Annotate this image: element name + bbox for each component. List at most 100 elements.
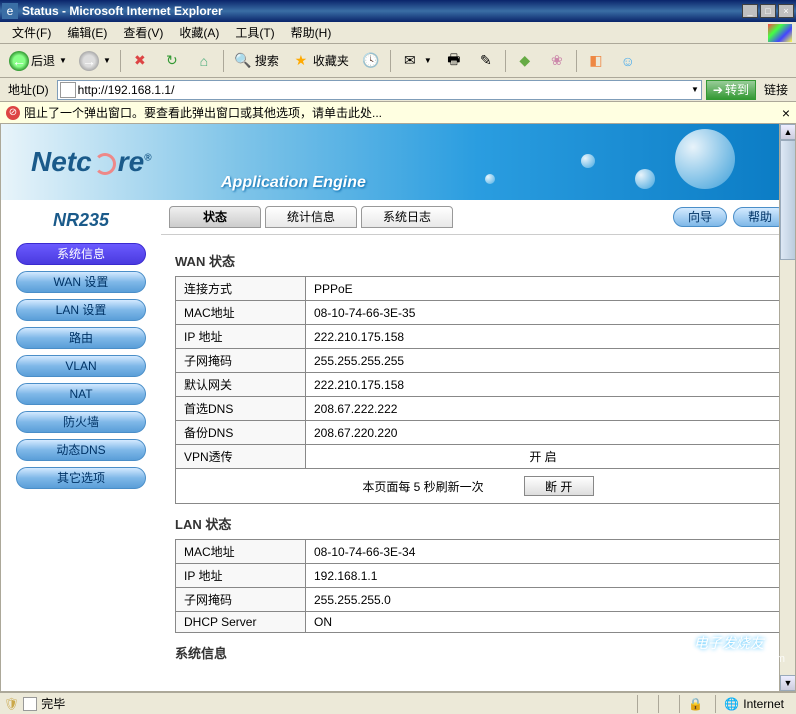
- links-label[interactable]: 链接: [760, 81, 792, 98]
- window-titlebar: e Status - Microsoft Internet Explorer _…: [0, 0, 796, 22]
- favorites-button[interactable]: ★ 收藏夹: [286, 48, 354, 74]
- wan-mac-label: MAC地址: [176, 301, 306, 325]
- brand-logo: Netcre®: [31, 146, 152, 178]
- tab-status[interactable]: 状态: [169, 206, 261, 228]
- search-icon: 🔍: [233, 51, 253, 71]
- table-row: VPN透传开 启: [176, 445, 781, 469]
- table-row: MAC地址08-10-74-66-3E-35: [176, 301, 781, 325]
- lan-mask-value: 255.255.255.0: [306, 588, 781, 612]
- sidebar-item-nat[interactable]: NAT: [16, 383, 146, 405]
- address-input-wrap[interactable]: ▼: [57, 80, 702, 100]
- vertical-scrollbar[interactable]: ▲ ▼: [779, 124, 795, 691]
- home-button[interactable]: ⌂: [189, 48, 219, 74]
- globe-icon: 🌐: [724, 697, 739, 711]
- menu-edit[interactable]: 编辑(E): [59, 22, 115, 43]
- table-row: DHCP ServerON: [176, 612, 781, 633]
- status-text: 完毕: [41, 695, 65, 712]
- menu-help[interactable]: 帮助(H): [283, 22, 340, 43]
- page-content: Netcre® Application Engine NR235 系统信息 WA…: [0, 124, 796, 692]
- bubble-icon: [581, 154, 595, 168]
- flower-icon: ❀: [547, 51, 567, 71]
- print-icon: 🖶: [444, 51, 464, 71]
- refresh-icon: ↻: [162, 51, 182, 71]
- history-button[interactable]: 🕓: [356, 48, 386, 74]
- status-section: [658, 695, 675, 713]
- mail-icon: ✉: [400, 51, 420, 71]
- bubble-icon: [485, 174, 495, 184]
- wan-mask-label: 子网掩码: [176, 349, 306, 373]
- edit-icon: ✎: [476, 51, 496, 71]
- tab-syslog[interactable]: 系统日志: [361, 206, 453, 228]
- wan-vpn-label: VPN透传: [176, 445, 306, 469]
- extra-button-1[interactable]: ◆: [510, 48, 540, 74]
- search-button[interactable]: 🔍 搜索: [228, 48, 284, 74]
- messenger-button[interactable]: ☺: [613, 48, 643, 74]
- refresh-button[interactable]: ↻: [157, 48, 187, 74]
- sidebar-item-vlan[interactable]: VLAN: [16, 355, 146, 377]
- scroll-thumb[interactable]: [780, 140, 796, 260]
- stop-button[interactable]: ✖: [125, 48, 155, 74]
- table-row: 备份DNS208.67.220.220: [176, 421, 781, 445]
- cube-icon: ◧: [586, 51, 606, 71]
- wan-gw-value: 222.210.175.158: [306, 373, 781, 397]
- wan-mac-value: 08-10-74-66-3E-35: [306, 301, 781, 325]
- address-label: 地址(D): [4, 81, 53, 98]
- menu-favorites[interactable]: 收藏(A): [171, 22, 227, 43]
- sidebar-item-ddns[interactable]: 动态DNS: [16, 439, 146, 461]
- lan-mask-label: 子网掩码: [176, 588, 306, 612]
- sidebar: NR235 系统信息 WAN 设置 LAN 设置 路由 VLAN NAT 防火墙…: [1, 200, 161, 692]
- wan-vpn-value: 开 启: [306, 445, 781, 469]
- sidebar-item-other[interactable]: 其它选项: [16, 467, 146, 489]
- shield-icon: 🛡: [4, 697, 19, 711]
- address-input[interactable]: [78, 83, 689, 97]
- minimize-button[interactable]: _: [742, 4, 758, 18]
- table-row: IP 地址222.210.175.158: [176, 325, 781, 349]
- sidebar-item-firewall[interactable]: 防火墙: [16, 411, 146, 433]
- edit-button[interactable]: ✎: [471, 48, 501, 74]
- sidebar-item-wan[interactable]: WAN 设置: [16, 271, 146, 293]
- mail-button[interactable]: ✉▼: [395, 48, 437, 74]
- forward-button[interactable]: → ▼: [74, 48, 116, 74]
- wan-conntype-label: 连接方式: [176, 277, 306, 301]
- wan-ip-value: 222.210.175.158: [306, 325, 781, 349]
- forward-icon: →: [79, 51, 99, 71]
- extra-button-3[interactable]: ◧: [581, 48, 611, 74]
- print-button[interactable]: 🖶: [439, 48, 469, 74]
- maximize-button[interactable]: □: [760, 4, 776, 18]
- windows-logo-icon: [768, 24, 792, 42]
- wan-mask-value: 255.255.255.255: [306, 349, 781, 373]
- back-button[interactable]: ← 后退 ▼: [4, 48, 72, 74]
- status-zone: 🌐 Internet: [715, 695, 792, 713]
- close-button[interactable]: ×: [778, 4, 794, 18]
- table-row: 子网掩码255.255.255.255: [176, 349, 781, 373]
- status-section: [637, 695, 654, 713]
- search-label: 搜索: [255, 52, 279, 69]
- sidebar-item-route[interactable]: 路由: [16, 327, 146, 349]
- table-row: MAC地址08-10-74-66-3E-34: [176, 540, 781, 564]
- bubble-icon: [635, 169, 655, 189]
- tab-stats[interactable]: 统计信息: [265, 206, 357, 228]
- sidebar-item-lan[interactable]: LAN 设置: [16, 299, 146, 321]
- sidebar-item-sysinfo[interactable]: 系统信息: [16, 243, 146, 265]
- scroll-down-icon[interactable]: ▼: [780, 675, 796, 691]
- wan-section-title: WAN 状态: [175, 251, 781, 270]
- table-row: 连接方式PPPoE: [176, 277, 781, 301]
- menu-tools[interactable]: 工具(T): [227, 22, 282, 43]
- wan-dns2-label: 备份DNS: [176, 421, 306, 445]
- extra-button-2[interactable]: ❀: [542, 48, 572, 74]
- infobar-close-icon[interactable]: ×: [782, 105, 790, 121]
- popup-blocker-infobar[interactable]: ⊘ 阻止了一个弹出窗口。要查看此弹出窗口或其他选项，请单击此处... ×: [0, 102, 796, 124]
- wizard-button[interactable]: 向导: [673, 207, 727, 227]
- menu-file[interactable]: 文件(F): [4, 22, 59, 43]
- lan-status-table: MAC地址08-10-74-66-3E-34 IP 地址192.168.1.1 …: [175, 539, 781, 633]
- statusbar: 🛡 完毕 🔒 🌐 Internet: [0, 692, 796, 714]
- wan-status-table: 连接方式PPPoE MAC地址08-10-74-66-3E-35 IP 地址22…: [175, 276, 781, 504]
- menu-view[interactable]: 查看(V): [115, 22, 171, 43]
- go-label: 转到: [725, 81, 749, 98]
- scroll-up-icon[interactable]: ▲: [780, 124, 796, 140]
- go-button[interactable]: ➔ 转到: [706, 80, 756, 100]
- disconnect-button[interactable]: 断 开: [524, 476, 594, 496]
- stop-icon: ✖: [130, 51, 150, 71]
- chevron-down-icon[interactable]: ▼: [691, 85, 699, 94]
- lan-section-title: LAN 状态: [175, 514, 781, 533]
